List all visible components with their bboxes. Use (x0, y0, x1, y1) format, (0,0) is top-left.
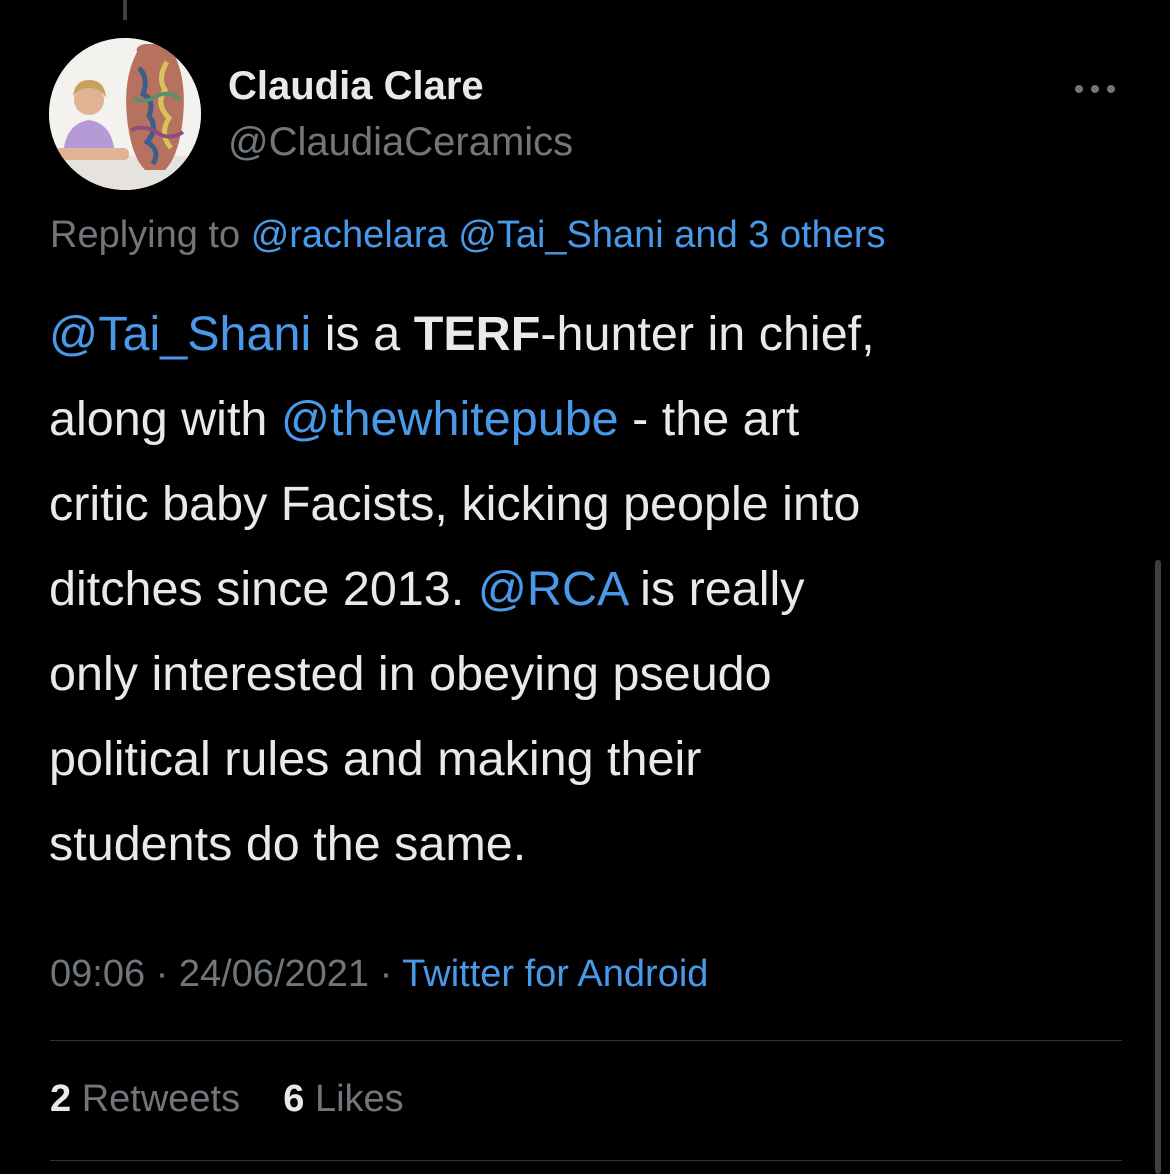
tweet-date[interactable]: 24/06/2021 (179, 953, 369, 995)
bold-text: TERF (413, 307, 541, 361)
reply-mention-tai-shani[interactable]: @Tai_Shani (458, 214, 663, 256)
tweet-time[interactable]: 09:06 (50, 953, 145, 995)
retweets-stat[interactable]: 2 Retweets (50, 1078, 240, 1120)
tweet-text-line: @Tai_Shani is a TERF-hunter in chief, (49, 292, 1139, 377)
text-segment: critic baby Facists, kicking people into (49, 477, 861, 531)
text-segment: is a (311, 307, 414, 361)
text-segment: only interested in obeying pseudo (49, 647, 772, 701)
meta-separator: · (145, 953, 179, 995)
tweet-text-line: political rules and making their (49, 717, 1139, 802)
avatar[interactable] (49, 38, 201, 190)
tweet-metadata: 09:06 · 24/06/2021 · Twitter for Android (50, 953, 708, 996)
more-horizontal-icon (1075, 85, 1115, 93)
text-segment: is really (626, 562, 805, 616)
engagement-stats: 2 Retweets 6 Likes (50, 1078, 404, 1121)
replying-to-label: Replying to (50, 214, 241, 256)
mention-link[interactable]: @RCA (478, 562, 627, 616)
reply-others-link[interactable]: and 3 others (674, 214, 885, 256)
text-segment: ditches since 2013. (49, 562, 478, 616)
retweets-count: 2 (50, 1078, 72, 1120)
likes-count: 6 (283, 1078, 305, 1120)
tweet-text-line: only interested in obeying pseudo (49, 632, 1139, 717)
more-options-button[interactable] (1068, 74, 1122, 104)
profile-photo-icon (49, 38, 201, 190)
text-segment: -hunter in chief, (540, 307, 875, 361)
divider (50, 1160, 1122, 1161)
tweet-text-line: ditches since 2013. @RCA is really (49, 547, 1139, 632)
retweets-label: Retweets (81, 1078, 241, 1120)
text-segment: political rules and making their (49, 732, 702, 786)
likes-label: Likes (314, 1078, 404, 1120)
tweet-text-line: students do the same. (49, 802, 1139, 887)
scrollbar[interactable] (1155, 560, 1161, 1174)
author-display-name[interactable]: Claudia Clare (228, 64, 484, 109)
text-segment: along with (49, 392, 281, 446)
tweet-text-line: critic baby Facists, kicking people into (49, 462, 1139, 547)
reply-mention-rachelara[interactable]: @rachelara (251, 214, 448, 256)
tweet-source-link[interactable]: Twitter for Android (402, 953, 708, 995)
likes-stat[interactable]: 6 Likes (283, 1078, 403, 1120)
divider (50, 1040, 1122, 1041)
text-segment: - the art (618, 392, 800, 446)
replying-to-context: Replying to @rachelara @Tai_Shani and 3 … (50, 214, 886, 257)
tweet-text: @Tai_Shani is a TERF-hunter in chief, alo… (49, 292, 1139, 887)
meta-separator: · (369, 953, 403, 995)
tweet-text-line: along with @thewhitepube - the art (49, 377, 1139, 462)
text-segment: students do the same. (49, 817, 527, 871)
thread-connector-line (123, 0, 127, 20)
author-handle[interactable]: @ClaudiaCeramics (228, 120, 573, 165)
mention-link[interactable]: @thewhitepube (281, 392, 619, 446)
mention-link[interactable]: @Tai_Shani (49, 307, 311, 361)
